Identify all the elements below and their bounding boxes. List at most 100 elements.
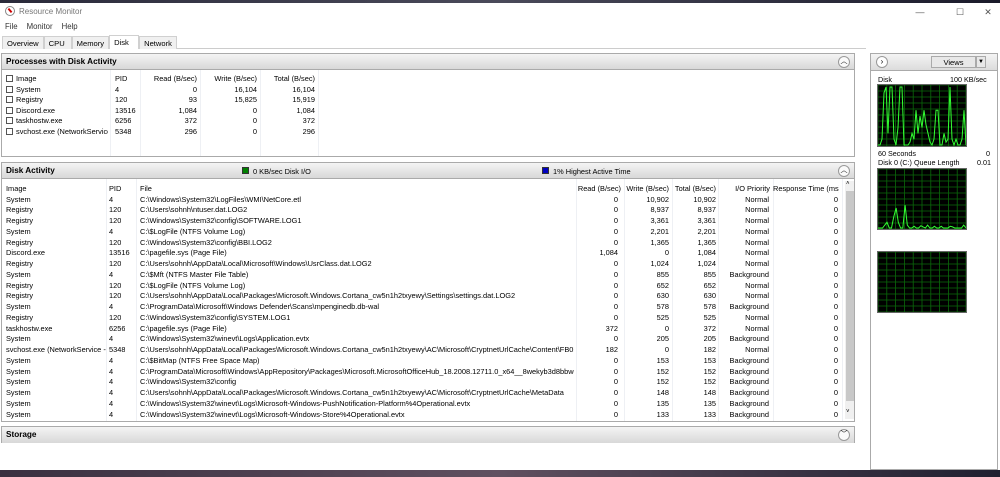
disk-activity-row[interactable]: Registry 120 C:\Users\sohnh\ntuser.dat.L…	[2, 205, 842, 216]
col-image[interactable]: Image	[16, 74, 37, 83]
row-total: 3,361	[697, 216, 717, 225]
disk-activity-row[interactable]: Registry 120 C:\Windows\System32\config\…	[2, 238, 842, 249]
process-row[interactable]: taskhostw.exe 6256 372 0 372	[2, 116, 854, 127]
disk-activity-row[interactable]: System 4 C:\Windows\System32\winevt\Logs…	[2, 410, 842, 421]
minimize-button[interactable]: —	[910, 7, 930, 21]
process-write: 0	[252, 116, 257, 126]
collapse-icon[interactable]: ︿	[838, 165, 850, 177]
row-response-time: 0	[833, 323, 838, 333]
col-write[interactable]: Write (B/sec)	[202, 74, 257, 83]
disk-activity-row[interactable]: System 4 C:\$Mft (NTFS Master File Table…	[2, 270, 842, 281]
row-pid: 6256	[109, 323, 126, 333]
disk-activity-row[interactable]: Registry 120 C:\$LogFile (NTFS Volume Lo…	[2, 281, 842, 292]
row-io-priority: Background	[729, 388, 769, 397]
disk-activity-row[interactable]: Discord.exe 13516 C:\pagefile.sys (Page …	[2, 248, 842, 259]
collapse-panel-icon[interactable]: ›	[876, 56, 888, 68]
select-all-checkbox[interactable]	[6, 75, 13, 82]
row-image: System	[6, 334, 31, 344]
row-pid: 5348	[109, 345, 126, 354]
row-total: 182	[703, 345, 716, 354]
disk-activity-row[interactable]: Registry 120 C:\Users\sohnh\AppData\Loca…	[2, 291, 842, 302]
close-button[interactable]: ✕	[978, 7, 998, 21]
col-total[interactable]: Total (B/sec)	[672, 184, 716, 193]
process-total: 16,104	[292, 85, 315, 94]
row-image: Registry	[6, 259, 34, 268]
row-io-priority: Normal	[745, 226, 769, 236]
process-checkbox[interactable]	[6, 96, 13, 104]
storage-title: Storage	[6, 430, 37, 439]
maximize-button[interactable]: ☐	[950, 7, 970, 21]
expand-icon[interactable]: ﹀	[838, 429, 850, 441]
process-row[interactable]: svchost.exe (NetworkService... 5348 296 …	[2, 127, 854, 138]
row-write: 0	[664, 345, 669, 354]
row-file: C:\$LogFile (NTFS Volume Log)	[140, 226, 246, 236]
row-response-time: 0	[833, 269, 838, 279]
col-response-time[interactable]: Response Time (ms)	[773, 184, 839, 193]
row-write: 630	[656, 291, 669, 301]
disk-activity-row[interactable]: System 4 C:\Windows\System32\LogFiles\WM…	[2, 195, 842, 206]
disk-activity-row[interactable]: System 4 C:\Windows\System32\config 0 15…	[2, 377, 842, 388]
tab-network[interactable]: Network	[139, 36, 177, 49]
disk-activity-row[interactable]: taskhostw.exe 6256 C:\pagefile.sys (Page…	[2, 324, 842, 335]
scroll-down-icon[interactable]: ˅	[846, 409, 850, 415]
disk-activity-row[interactable]: System 4 C:\ProgramData\Microsoft\Window…	[2, 302, 842, 313]
process-row[interactable]: System 4 0 16,104 16,104	[2, 85, 854, 96]
scrollbar-thumb[interactable]	[846, 191, 854, 401]
process-checkbox[interactable]	[6, 127, 13, 135]
views-button[interactable]: Views	[931, 56, 976, 68]
tab-disk[interactable]: Disk	[109, 35, 140, 49]
collapse-icon[interactable]: ︿	[838, 56, 850, 68]
disk-io-label: 0 KB/sec Disk I/O	[253, 167, 311, 176]
process-checkbox[interactable]	[6, 86, 13, 93]
scroll-up-icon[interactable]: ˄	[846, 181, 850, 187]
process-checkbox[interactable]	[6, 117, 13, 125]
disk-activity-row[interactable]: System 4 C:\Windows\System32\winevt\Logs…	[2, 399, 842, 410]
process-row[interactable]: Registry 120 93 15,825 15,919	[2, 95, 854, 106]
disk-activity-header[interactable]: Disk Activity 0 KB/sec Disk I/O 1% Highe…	[2, 163, 854, 179]
row-pid: 120	[109, 237, 122, 247]
process-pid: 120	[115, 95, 128, 105]
tab-overview[interactable]: Overview	[2, 36, 44, 49]
col-total[interactable]: Total (B/sec)	[262, 74, 315, 83]
disk-activity-row[interactable]: Registry 120 C:\Windows\System32\config\…	[2, 216, 842, 227]
col-write[interactable]: Write (B/sec)	[624, 184, 669, 193]
processes-header[interactable]: Processes with Disk Activity ︿	[2, 54, 854, 70]
disk-activity-row[interactable]: System 4 C:\ProgramData\Microsoft\Window…	[2, 367, 842, 378]
process-row[interactable]: Discord.exe 13516 1,084 0 1,084	[2, 106, 854, 117]
col-pid[interactable]: PID	[109, 184, 121, 193]
disk-activity-row[interactable]: System 4 C:\$LogFile (NTFS Volume Log) 0…	[2, 227, 842, 238]
disk-activity-row[interactable]: Registry 120 C:\Windows\System32\config\…	[2, 313, 842, 324]
disk-activity-row[interactable]: svchost.exe (NetworkService -p) 5348 C:\…	[2, 420, 842, 421]
menu-file[interactable]: File	[5, 22, 18, 34]
col-file[interactable]: File	[140, 184, 152, 193]
col-io-priority[interactable]: I/O Priority	[718, 184, 770, 193]
col-image[interactable]: Image	[6, 184, 27, 193]
row-file: C:\Windows\System32\LogFiles\WMI\NetCore…	[140, 194, 301, 204]
col-pid[interactable]: PID	[115, 74, 127, 83]
process-checkbox[interactable]	[6, 106, 13, 114]
row-image: System	[6, 302, 31, 311]
col-read[interactable]: Read (B/sec)	[142, 74, 197, 83]
process-total: 372	[302, 116, 315, 126]
disk-activity-row[interactable]: svchost.exe (NetworkService -p) 5348 C:\…	[2, 345, 842, 356]
tab-memory[interactable]: Memory	[71, 36, 110, 49]
tab-cpu[interactable]: CPU	[43, 36, 72, 49]
row-write: 152	[656, 366, 669, 376]
row-total: 525	[703, 312, 716, 322]
menu-monitor[interactable]: Monitor	[27, 22, 53, 34]
row-read: 0	[613, 302, 618, 311]
row-image: System	[6, 398, 31, 408]
storage-header[interactable]: Storage ﹀	[2, 427, 854, 443]
col-read[interactable]: Read (B/sec)	[576, 184, 621, 193]
views-dropdown-icon[interactable]: ▼	[976, 56, 986, 68]
disk-activity-row[interactable]: Registry 120 C:\Users\sohnh\AppData\Loca…	[2, 259, 842, 270]
process-read: 0	[192, 85, 197, 94]
vertical-scrollbar[interactable]: ˄ ˅	[845, 181, 854, 419]
disk-activity-row[interactable]: System 4 C:\$BitMap (NTFS Free Space Map…	[2, 356, 842, 367]
disk-activity-row[interactable]: System 4 C:\Users\sohnh\AppData\Local\Pa…	[2, 388, 842, 399]
menu-help[interactable]: Help	[62, 22, 78, 34]
disk-activity-row[interactable]: System 4 C:\Windows\System32\winevt\Logs…	[2, 334, 842, 345]
row-file: C:\Windows\System32\config	[140, 377, 237, 387]
row-write: 152	[656, 377, 669, 387]
row-total: 372	[703, 323, 716, 333]
